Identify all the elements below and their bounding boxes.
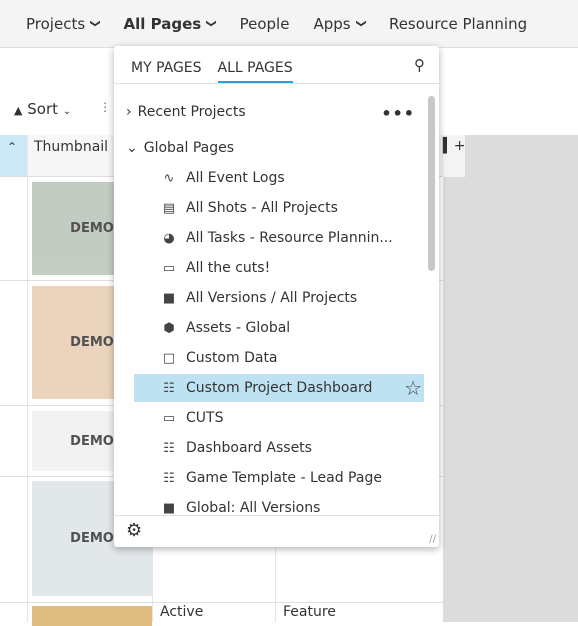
nav-label: Resource Planning: [388, 14, 528, 33]
nav-projects[interactable]: Projects ❯: [26, 14, 101, 33]
page-item[interactable]: ■ All Versions / All Projects: [134, 284, 424, 312]
page-item[interactable]: ⬢ Assets - Global: [134, 314, 424, 342]
nav-label: People: [239, 14, 290, 33]
clapper-icon: ▭: [162, 260, 176, 276]
page-item-label: Assets - Global: [186, 320, 291, 336]
page-item-label: Dashboard Assets: [186, 440, 312, 456]
chevron-down-icon: ⌄: [126, 140, 138, 156]
nav-apps[interactable]: Apps ❯: [313, 14, 367, 33]
cube-icon: ⬢: [163, 320, 175, 336]
thumb-label: DEMO: [70, 221, 114, 236]
add-column-button[interactable]: ▍+: [443, 135, 466, 177]
chevron-down-icon: ❯: [205, 19, 217, 28]
section-label: Global Pages: [143, 140, 235, 156]
thumb-label: DEMO: [70, 335, 114, 350]
divider: [0, 602, 443, 603]
nav-label: All Pages: [123, 14, 202, 33]
group-button[interactable]: ⋮: [99, 100, 111, 118]
nav-label: Apps: [313, 14, 351, 33]
page-item-label: Game Template - Lead Page: [186, 470, 382, 486]
thumb-label: DEMO: [70, 531, 114, 546]
tab-my-pages[interactable]: MY PAGES: [131, 60, 202, 83]
type-cell[interactable]: Feature: [283, 604, 336, 620]
dashboard-icon: ☷: [163, 470, 175, 486]
page-item[interactable]: ∿ All Event Logs: [134, 164, 424, 192]
version-icon: ■: [162, 290, 176, 306]
toolbar: ▲ Sort ⌄ ⋮: [14, 100, 111, 118]
page-item-label: Global: All Versions: [186, 500, 321, 516]
chevron-up-icon: ⌃: [7, 140, 18, 154]
sort-icon: ▲: [14, 104, 23, 117]
star-icon[interactable]: ☆: [404, 376, 422, 400]
chevron-down-icon: ❯: [355, 19, 367, 28]
dashboard-icon: ☷: [163, 380, 175, 396]
resize-handle[interactable]: ∕∕: [429, 534, 436, 545]
page-item[interactable]: ☷ Game Template - Lead Page: [134, 464, 424, 492]
more-options-button[interactable]: •••: [381, 104, 415, 123]
version-icon: ■: [162, 500, 176, 516]
page-item-label: Custom Project Dashboard: [186, 380, 373, 396]
page-item-label: CUTS: [186, 410, 224, 426]
chevron-down-icon: ❯: [89, 19, 101, 28]
nav-all-pages[interactable]: All Pages ❯: [123, 14, 217, 33]
thumbnail-image[interactable]: [32, 606, 152, 626]
page-item[interactable]: ☷ Custom Project Dashboard ☆: [134, 374, 424, 402]
global-pages-toggle[interactable]: ⌄ Global Pages: [126, 140, 234, 156]
nav-resource-planning[interactable]: Resource Planning: [389, 15, 527, 33]
header-label: Thumbnail: [34, 139, 109, 155]
page-item[interactable]: ◕ All Tasks - Resource Plannin...: [134, 224, 424, 252]
tab-all-pages[interactable]: ALL PAGES: [217, 60, 293, 83]
page-item-label: Custom Data: [186, 350, 278, 366]
sort-label: Sort: [27, 100, 58, 118]
scrollbar[interactable]: [428, 96, 435, 271]
film-icon: ▤: [162, 200, 176, 216]
page-item[interactable]: ▭ CUTS: [134, 404, 424, 432]
page-item-label: All the cuts!: [186, 260, 271, 276]
dashboard-icon: ☷: [163, 440, 175, 456]
folder-icon: ▭: [162, 410, 176, 426]
page-item[interactable]: □ Custom Data: [134, 344, 424, 372]
search-icon[interactable]: ⚲: [414, 56, 425, 74]
page-item[interactable]: ▤ All Shots - All Projects: [134, 194, 424, 222]
empty-area: [443, 135, 578, 622]
pulse-icon: ∿: [163, 170, 175, 186]
page-item-label: All Versions / All Projects: [186, 290, 358, 306]
recent-projects-toggle[interactable]: › Recent Projects: [126, 104, 246, 120]
top-nav: Projects ❯ All Pages ❯ People Apps ❯ Resour…: [0, 0, 578, 48]
section-label: Recent Projects: [137, 104, 246, 120]
select-column-header[interactable]: ⌃: [0, 135, 27, 177]
divider: [27, 135, 28, 622]
page-item-label: All Shots - All Projects: [186, 200, 338, 216]
chevron-right-icon: ›: [126, 104, 132, 120]
nav-people[interactable]: People: [240, 15, 290, 33]
status-cell[interactable]: Active: [160, 604, 203, 620]
nav-label: Projects: [26, 14, 86, 33]
page-item[interactable]: ▭ All the cuts!: [134, 254, 424, 282]
sort-button[interactable]: ▲ Sort ⌄: [14, 100, 71, 118]
add-column-icon: ▍+: [443, 138, 466, 154]
page-item[interactable]: ☷ Dashboard Assets: [134, 434, 424, 462]
thumb-label: DEMO: [70, 433, 114, 449]
chevron-down-icon: ⌄: [62, 106, 72, 117]
gear-icon[interactable]: ⚙: [126, 520, 142, 541]
square-icon: □: [162, 350, 176, 366]
page-item-label: All Event Logs: [186, 170, 285, 186]
page-item-label: All Tasks - Resource Plannin...: [186, 230, 393, 246]
check-circle-icon: ◕: [163, 230, 175, 246]
all-pages-dropdown: MY PAGES ALL PAGES ⚲ › Recent Projects ••…: [114, 46, 439, 547]
